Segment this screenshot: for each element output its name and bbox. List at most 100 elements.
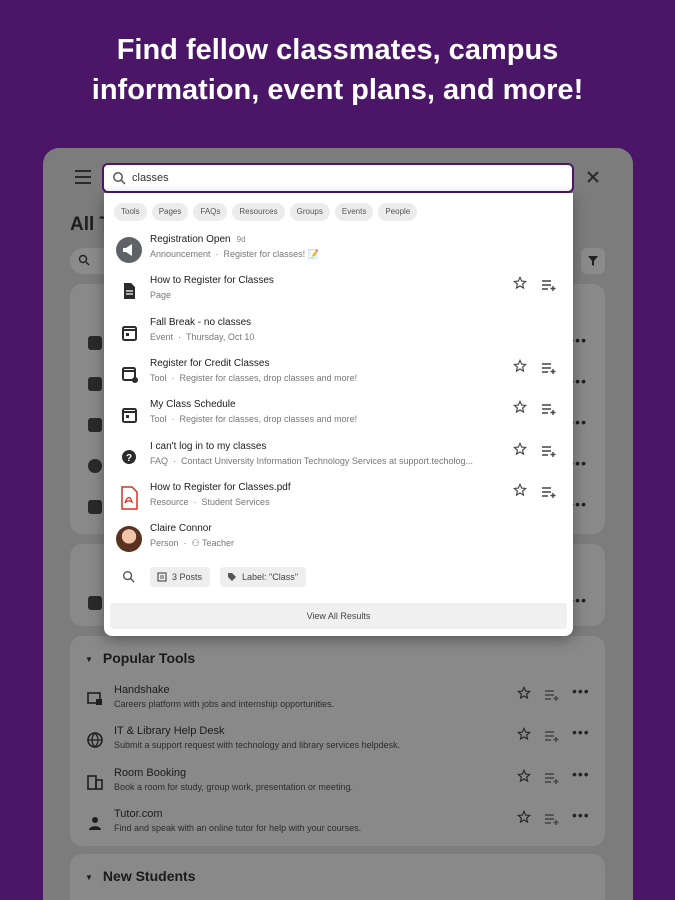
headline-line-2: information, event plans, and more! (91, 74, 584, 106)
result-title: Fall Break - no classes (150, 316, 252, 328)
tool-subtitle: Book a room for study, group work, prese… (114, 781, 353, 792)
tutor-icon (86, 814, 104, 832)
tool-subtitle: Careers platform with jobs and internshi… (114, 699, 335, 709)
search-result-row[interactable]: ? I can't log in to my classes FAQ · Contact… (104, 438, 573, 479)
filter-chip-groups[interactable]: Groups (289, 203, 330, 221)
filter-chips: Tools Pages FAQs Resources Groups Events Peopl… (114, 203, 418, 221)
handshake-icon (86, 690, 104, 708)
add-to-list-icon[interactable] (541, 278, 557, 292)
star-icon[interactable] (512, 276, 528, 293)
help-icon: ? (116, 444, 142, 470)
add-to-list-icon[interactable] (544, 688, 560, 701)
map-icon (88, 336, 102, 350)
search-result-row[interactable]: How to Register for Classes.pdf Resource ·… (104, 479, 573, 520)
star-icon[interactable] (516, 809, 532, 827)
tool-row[interactable]: Tutor.com Find and speak with an online t… (70, 806, 605, 847)
search-result-row[interactable]: Register for Credit Classes Tool · Register… (104, 355, 573, 396)
filter-chip-pages[interactable]: Pages (151, 203, 189, 221)
result-title: My Class Schedule (150, 399, 236, 411)
posts-pill[interactable]: 3 Posts (150, 567, 211, 587)
result-subtitle: FAQ · Contact University Information Techn… (150, 455, 473, 466)
result-title: I can't log in to my classes (150, 440, 267, 452)
section-header[interactable]: ▼ New Students (85, 868, 196, 884)
tool-row[interactable]: Handshake Careers platform with jobs and … (70, 682, 605, 723)
add-to-list-icon[interactable] (544, 771, 560, 784)
search-input[interactable] (132, 169, 552, 187)
menu-icon[interactable] (75, 170, 91, 184)
filter-chip-events[interactable]: Events (334, 203, 374, 221)
filter-chip-resources[interactable]: Resources (232, 203, 285, 221)
add-to-list-icon[interactable] (541, 444, 557, 457)
add-to-list-icon[interactable] (544, 729, 560, 743)
check-icon (88, 459, 102, 473)
graduation-icon (88, 596, 102, 610)
result-title: How to Register for Classes (150, 275, 274, 287)
section-header[interactable]: ▼ Popular Tools (85, 650, 195, 666)
caret-down-icon: ▼ (85, 654, 93, 664)
result-age: 9d (236, 235, 246, 244)
add-to-list-icon[interactable] (541, 402, 557, 416)
filter-chip-tools[interactable]: Tools (114, 203, 147, 221)
background-search-icon (78, 254, 90, 266)
filter-button[interactable] (581, 248, 605, 274)
close-icon[interactable] (585, 169, 601, 185)
money-icon (88, 418, 102, 432)
filter-chip-faqs[interactable]: FAQs (193, 203, 228, 221)
headline-line-1: Find fellow classmates, campus (116, 34, 559, 66)
add-to-list-icon[interactable] (544, 812, 560, 825)
search-result-row[interactable]: Claire Connor Person · ⚇ Teacher (104, 520, 573, 561)
calendar-icon (116, 402, 142, 428)
more-icon[interactable]: ••• (572, 807, 590, 823)
new-students-section: ▼ New Students (70, 854, 605, 900)
tool-row[interactable]: IT & Library Help Desk Submit a support r… (70, 723, 605, 764)
avatar (116, 526, 142, 553)
search-footer-row: 3 Posts Label: "Class" (104, 565, 573, 589)
label-pill[interactable]: Label: "Class" (220, 567, 306, 587)
more-icon[interactable]: ••• (572, 724, 590, 740)
result-subtitle: Tool · Register for classes, drop classes … (150, 414, 358, 425)
screen-icon (88, 377, 102, 391)
result-subtitle: Page (150, 290, 172, 301)
add-to-list-icon[interactable] (541, 485, 557, 498)
tool-title: Room Booking (114, 766, 187, 779)
star-icon[interactable] (516, 685, 532, 703)
search-icon (122, 570, 135, 583)
search-field[interactable] (102, 163, 574, 193)
tool-row[interactable]: Room Booking Book a room for study, group… (70, 765, 605, 806)
more-icon[interactable]: ••• (572, 683, 590, 699)
view-all-results-button[interactable]: View All Results (110, 603, 567, 629)
building-icon (86, 773, 104, 791)
result-title: Register for Credit Classes (150, 357, 270, 369)
tag-icon (228, 573, 236, 581)
new-students-title: New Students (102, 868, 196, 884)
page-icon (116, 278, 142, 304)
search-result-row[interactable]: Registration Open 9d Announcement · Register… (104, 231, 573, 272)
filter-chip-people[interactable]: People (378, 203, 418, 221)
posts-label: 3 Posts (172, 572, 203, 582)
add-to-list-icon[interactable] (541, 361, 557, 374)
result-title: Registration Open 9d (150, 234, 246, 245)
result-title: Claire Connor (150, 523, 212, 535)
search-results-panel: Tools Pages FAQs Resources Groups Events Peopl… (104, 193, 573, 636)
headline: Find fellow classmates, campus informati… (0, 30, 675, 110)
svg-text:?: ? (126, 453, 132, 464)
tool-title: Handshake (114, 684, 170, 696)
tool-title: IT & Library Help Desk (114, 725, 225, 738)
more-icon[interactable]: ••• (572, 766, 590, 782)
star-icon[interactable] (516, 727, 532, 744)
search-result-row[interactable]: My Class Schedule Tool · Register for class… (104, 396, 573, 437)
tool-subtitle: Submit a support request with technology… (114, 740, 401, 751)
star-icon[interactable] (512, 441, 528, 459)
result-subtitle: Event · Thursday, Oct 10 (150, 331, 255, 342)
tool-subtitle: Find and speak with an online tutor for … (114, 822, 362, 833)
search-result-row[interactable]: Fall Break - no classes Event · Thursday, O… (104, 314, 573, 355)
search-icon (113, 172, 126, 185)
pdf-icon (116, 485, 142, 511)
search-result-row[interactable]: How to Register for Classes Page (104, 272, 573, 313)
star-icon[interactable] (512, 400, 528, 417)
posts-icon (157, 572, 167, 582)
result-subtitle: Tool · Register for classes, drop classes … (150, 372, 358, 383)
star-icon[interactable] (512, 482, 528, 500)
star-icon[interactable] (512, 358, 528, 376)
star-icon[interactable] (516, 768, 532, 786)
